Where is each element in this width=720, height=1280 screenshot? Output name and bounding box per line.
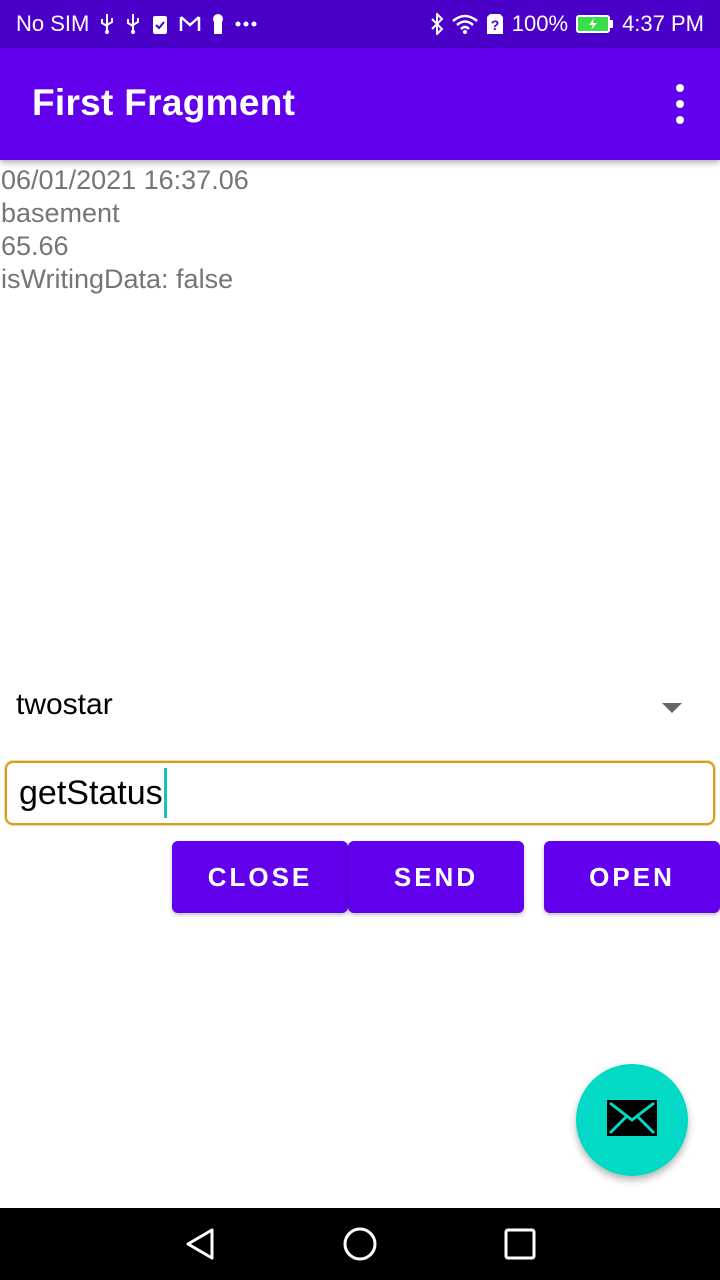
- svg-text:?: ?: [491, 17, 500, 33]
- spinner-selected-value: twostar: [16, 688, 113, 721]
- usb-icon: [125, 13, 141, 35]
- gmail-icon: [179, 15, 201, 33]
- timestamp-text: 06/01/2021 16:37.06: [1, 165, 249, 195]
- usb-icon: [99, 13, 115, 35]
- open-button[interactable]: OPEN: [544, 841, 720, 913]
- home-icon[interactable]: [342, 1226, 378, 1262]
- carrier-label: No SIM: [16, 11, 90, 36]
- sim-unknown-icon: ?: [486, 13, 504, 35]
- keyhole-icon: [211, 13, 225, 35]
- location-text: basement: [1, 198, 120, 228]
- command-input[interactable]: getStatus: [5, 761, 715, 825]
- clipboard-check-icon: [151, 13, 169, 35]
- back-icon[interactable]: [182, 1226, 218, 1262]
- send-button[interactable]: SEND: [348, 841, 524, 913]
- battery-percent: 100%: [511, 11, 569, 36]
- command-input-value: getStatus: [19, 773, 163, 812]
- battery-charging-icon: [576, 14, 614, 34]
- overflow-vertical-icon[interactable]: [668, 84, 692, 124]
- page-title: First Fragment: [32, 82, 296, 123]
- dropdown-arrow-icon: [662, 703, 682, 713]
- close-button[interactable]: CLOSE: [172, 841, 348, 913]
- more-horizontal-icon: [235, 21, 257, 27]
- bluetooth-icon: [430, 13, 444, 35]
- email-fab-button[interactable]: [576, 1064, 688, 1176]
- device-spinner[interactable]: twostar: [0, 680, 720, 740]
- sensor-info: 06/01/2021 16:37.06 basement 65.66 isWri…: [1, 164, 249, 296]
- value-text: 65.66: [1, 231, 69, 261]
- text-cursor: [163, 768, 167, 818]
- writing-status-text: isWritingData: false: [1, 264, 234, 294]
- email-icon: [607, 1099, 657, 1141]
- app-bar: First Fragment: [0, 48, 720, 160]
- system-nav-bar: [0, 1208, 720, 1280]
- status-bar: No SIM ? 100% 4:37 PM: [0, 0, 720, 48]
- clock: 4:37 PM: [622, 11, 704, 36]
- wifi-icon: [451, 14, 478, 34]
- recents-icon[interactable]: [502, 1226, 538, 1262]
